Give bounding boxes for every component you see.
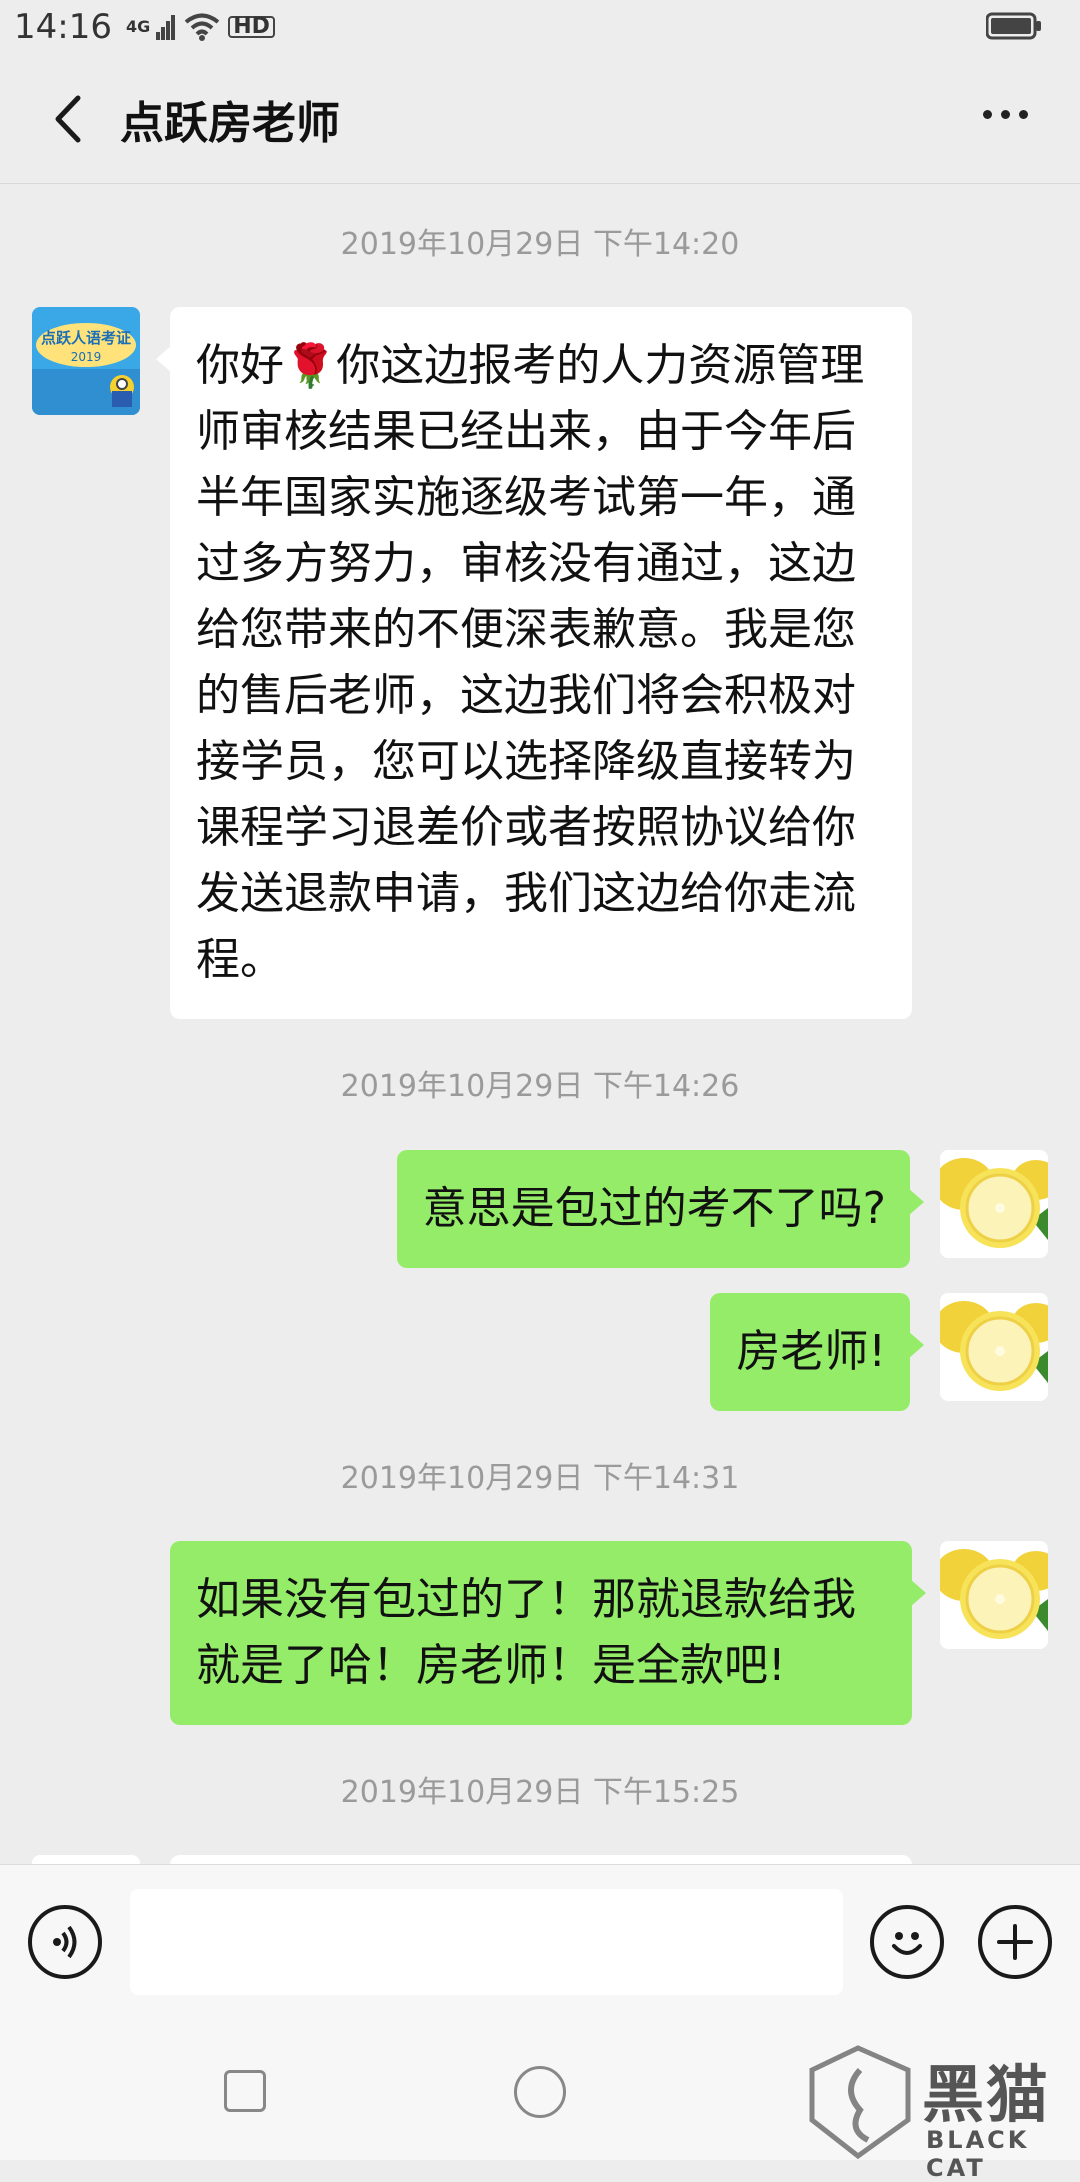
network-indicator: 4G xyxy=(125,17,151,36)
back-button[interactable] xyxy=(22,69,112,169)
timestamp: 2019年10月29日 下午14:31 xyxy=(340,1461,740,1496)
emoji-icon xyxy=(892,1932,922,1955)
hd-indicator: HD xyxy=(228,16,275,38)
outgoing-message-bubble[interactable]: 如果没有包过的了！那就退款给我就是了哈！房老师！是全款吧! xyxy=(170,1541,926,1725)
user-avatar[interactable] xyxy=(940,1293,1048,1401)
outgoing-message-bubble[interactable]: 意思是包过的考不了吗? xyxy=(396,1150,925,1268)
voice-button[interactable] xyxy=(28,1905,102,1979)
voice-icon xyxy=(53,1925,77,1959)
more-icon xyxy=(982,109,992,119)
watermark-subtext: BLACK CAT xyxy=(926,2126,1030,2182)
chat-title: 点跃房老师 xyxy=(120,97,340,149)
message-text: 如果没有包过的了！那就退款给我就是了哈！房老师！是全款吧! xyxy=(196,1574,856,1691)
plus-icon xyxy=(997,1924,1033,1960)
watermark-text: 黑猫 xyxy=(922,2058,1051,2131)
home-button[interactable] xyxy=(514,2066,566,2118)
lemon-avatar-image xyxy=(940,1293,1048,1401)
contact-avatar-image: 点跃人语考证 2019 xyxy=(32,307,140,415)
emoji-button[interactable] xyxy=(870,1905,944,1979)
lemon-avatar-image xyxy=(940,1150,1048,1258)
message-input[interactable] xyxy=(130,1889,843,1995)
avatar-year-text: 2019 xyxy=(71,350,102,364)
chat-area[interactable]: 2019年10月29日 下午14:20 点跃人语考证 2019 你好🌹你这边报考… xyxy=(0,185,1080,1865)
back-arrow-icon xyxy=(55,95,81,142)
message-text-start: 你好 xyxy=(196,340,284,391)
lemon-avatar-image xyxy=(940,1541,1048,1649)
status-time: 14:16 xyxy=(14,7,112,47)
wifi-icon xyxy=(184,13,220,41)
battery-icon xyxy=(986,12,1041,40)
avatar-banner-text: 点跃人语考证 xyxy=(41,329,131,347)
timestamp: 2019年10月29日 下午14:20 xyxy=(340,227,740,262)
timestamp: 2019年10月29日 下午14:26 xyxy=(340,1069,740,1104)
chat-header: 点跃房老师 xyxy=(0,54,1080,184)
timestamp: 2019年10月29日 下午15:25 xyxy=(340,1775,740,1810)
outgoing-message-bubble[interactable]: 房老师! xyxy=(710,1293,924,1411)
more-icon-dot xyxy=(1018,109,1028,119)
plus-button[interactable] xyxy=(978,1905,1052,1979)
message-text: 你这边报考的人力资源管理师审核结果已经出来，由于今年后半年国家实施逐级考试第一年… xyxy=(196,340,865,985)
more-icon-dot xyxy=(1000,109,1010,119)
message-text: 房老师! xyxy=(736,1326,886,1377)
incoming-message-bubble[interactable]: 你好🌹你这边报考的人力资源管理师审核结果已经出来，由于今年后半年国家实施逐级考试… xyxy=(156,307,912,1019)
contact-avatar[interactable]: 点跃人语考证 2019 xyxy=(32,307,140,415)
recent-apps-button[interactable] xyxy=(224,2070,266,2112)
rose-emoji: 🌹 xyxy=(284,341,337,390)
more-button[interactable] xyxy=(970,84,1040,144)
message-text: 意思是包过的考不了吗? xyxy=(422,1183,886,1234)
signal-icon xyxy=(156,15,176,40)
status-bar: 14:16 4G HD xyxy=(0,0,1080,54)
input-bar xyxy=(0,1864,1080,2014)
user-avatar[interactable] xyxy=(940,1541,1048,1649)
user-avatar[interactable] xyxy=(940,1150,1048,1258)
